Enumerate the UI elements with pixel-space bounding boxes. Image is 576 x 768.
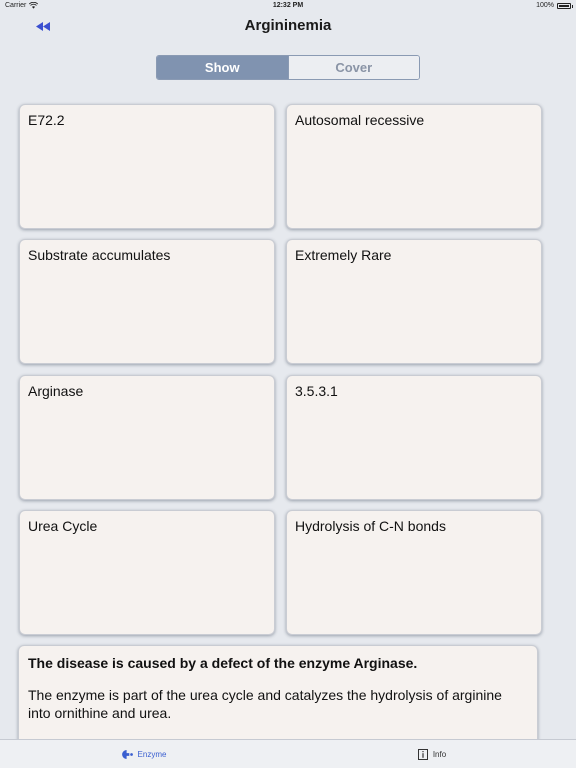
info-icon	[417, 748, 428, 760]
battery-icon	[557, 2, 573, 9]
card-enzyme-name[interactable]: Arginase	[19, 375, 275, 500]
tab-enzyme[interactable]: Enzyme	[0, 740, 288, 768]
segment-cover[interactable]: Cover	[287, 56, 419, 79]
show-cover-segmented-control: Show Cover	[156, 55, 420, 80]
tab-bar: Enzyme Info	[0, 739, 576, 768]
description-body: The enzyme is part of the urea cycle and…	[28, 687, 502, 721]
tab-enzyme-label: Enzyme	[137, 749, 167, 759]
battery-percent: 100%	[536, 2, 554, 9]
tab-info[interactable]: Info	[288, 740, 576, 768]
page-title: Argininemia	[244, 17, 332, 34]
card-icd-code[interactable]: E72.2	[19, 104, 275, 229]
card-reaction-type[interactable]: Hydrolysis of C-N bonds	[286, 510, 542, 635]
status-bar: Carrier 12:32 PM 100%	[0, 0, 576, 13]
card-inheritance[interactable]: Autosomal recessive	[286, 104, 542, 229]
description-title: The disease is caused by a defect of the…	[28, 655, 418, 671]
enzyme-icon	[121, 749, 133, 759]
card-frequency[interactable]: Extremely Rare	[286, 239, 542, 364]
description-panel: The disease is caused by a defect of the…	[18, 645, 538, 745]
navigation-bar: Argininemia	[0, 13, 576, 43]
card-pathomechanism[interactable]: Substrate accumulates	[19, 239, 275, 364]
status-time: 12:32 PM	[272, 2, 304, 9]
card-pathway[interactable]: Urea Cycle	[19, 510, 275, 635]
segment-show[interactable]: Show	[157, 56, 288, 79]
status-battery: 100%	[536, 2, 573, 9]
card-ec-number[interactable]: 3.5.3.1	[286, 375, 542, 500]
tab-info-label: Info	[432, 749, 447, 759]
